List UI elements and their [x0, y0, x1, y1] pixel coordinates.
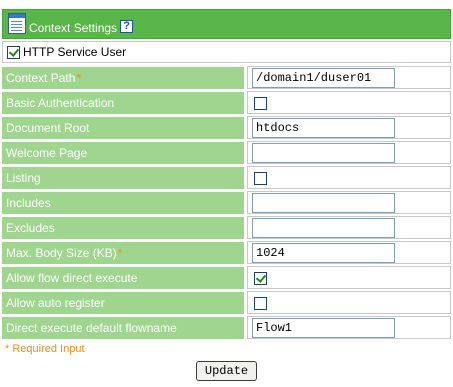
settings-document-icon: [7, 13, 27, 35]
setting-label: Basic Authentication: [6, 96, 115, 110]
setting-value-cell: [247, 291, 451, 314]
setting-row-allow-flow-direct-execute: Allow flow direct execute: [2, 266, 451, 289]
setting-row-context-path: Context Path*: [2, 66, 451, 89]
setting-row-max-body-size: Max. Body Size (KB)*: [2, 241, 451, 264]
allow-flow-direct-execute-checkbox[interactable]: [254, 271, 267, 285]
setting-value-cell: [247, 191, 451, 214]
update-button[interactable]: Update: [195, 361, 258, 381]
setting-row-excludes: Excludes: [2, 216, 451, 239]
setting-label: Document Root: [6, 121, 90, 135]
max-body-size-input[interactable]: [252, 242, 395, 263]
setting-label: Context Path: [6, 71, 76, 85]
settings-table: Context Path*Basic AuthenticationDocumen…: [2, 64, 451, 341]
setting-value-cell: [247, 66, 451, 89]
required-marker: *: [76, 71, 82, 85]
panel-header: Context Settings ?: [2, 9, 451, 39]
document-root-input[interactable]: [252, 117, 395, 138]
setting-row-basic-auth: Basic Authentication: [2, 91, 451, 114]
setting-value-cell: [247, 166, 451, 189]
setting-label-cell: Excludes: [2, 216, 244, 239]
setting-label-cell: Allow auto register: [2, 291, 244, 314]
setting-value-cell: [247, 116, 451, 139]
setting-row-allow-auto-register: Allow auto register: [2, 291, 451, 314]
setting-value-cell: [247, 266, 451, 289]
setting-label: Max. Body Size (KB): [6, 246, 117, 260]
setting-row-document-root: Document Root: [2, 116, 451, 139]
direct-execute-default-flowname-input[interactable]: [252, 317, 395, 338]
setting-label-cell: Basic Authentication: [2, 91, 244, 114]
setting-value-cell: [247, 241, 451, 264]
setting-value-cell: [247, 91, 451, 114]
listing-checkbox[interactable]: [254, 171, 267, 185]
setting-value-cell: [247, 216, 451, 239]
setting-label-cell: Max. Body Size (KB)*: [2, 241, 244, 264]
setting-label: Includes: [6, 196, 51, 210]
setting-label-cell: Welcome Page: [2, 141, 244, 164]
setting-label: Welcome Page: [6, 146, 88, 160]
http-service-user-row: HTTP Service User: [2, 41, 451, 63]
setting-label: Direct execute default flowname: [6, 321, 177, 335]
excludes-input[interactable]: [252, 217, 395, 238]
context-settings-panel: Context Settings ? HTTP Service User Con…: [2, 9, 451, 381]
setting-label-cell: Includes: [2, 191, 244, 214]
setting-label: Allow flow direct execute: [6, 271, 138, 285]
http-service-user-checkbox[interactable]: [7, 45, 20, 59]
setting-label-cell: Allow flow direct execute: [2, 266, 244, 289]
help-icon[interactable]: ?: [120, 20, 134, 33]
setting-label-cell: Context Path*: [2, 66, 244, 89]
required-marker: *: [117, 246, 123, 260]
panel-title: Context Settings: [29, 21, 118, 35]
welcome-page-input[interactable]: [252, 142, 395, 163]
setting-label: Listing: [6, 171, 41, 185]
required-input-note: * Required Input: [5, 343, 85, 355]
setting-row-includes: Includes: [2, 191, 451, 214]
setting-row-direct-execute-default-flowname: Direct execute default flowname: [2, 316, 451, 339]
http-service-user-label: HTTP Service User: [23, 45, 127, 59]
setting-value-cell: [247, 141, 451, 164]
setting-label-cell: Document Root: [2, 116, 244, 139]
setting-row-welcome-page: Welcome Page: [2, 141, 451, 164]
basic-auth-checkbox[interactable]: [254, 96, 267, 110]
setting-label: Excludes: [6, 221, 55, 235]
context-path-input[interactable]: [252, 67, 395, 88]
setting-label-cell: Direct execute default flowname: [2, 316, 244, 339]
setting-row-listing: Listing: [2, 166, 451, 189]
setting-value-cell: [247, 316, 451, 339]
setting-label: Allow auto register: [6, 296, 105, 310]
allow-auto-register-checkbox[interactable]: [254, 296, 267, 310]
setting-label-cell: Listing: [2, 166, 244, 189]
includes-input[interactable]: [252, 192, 395, 213]
